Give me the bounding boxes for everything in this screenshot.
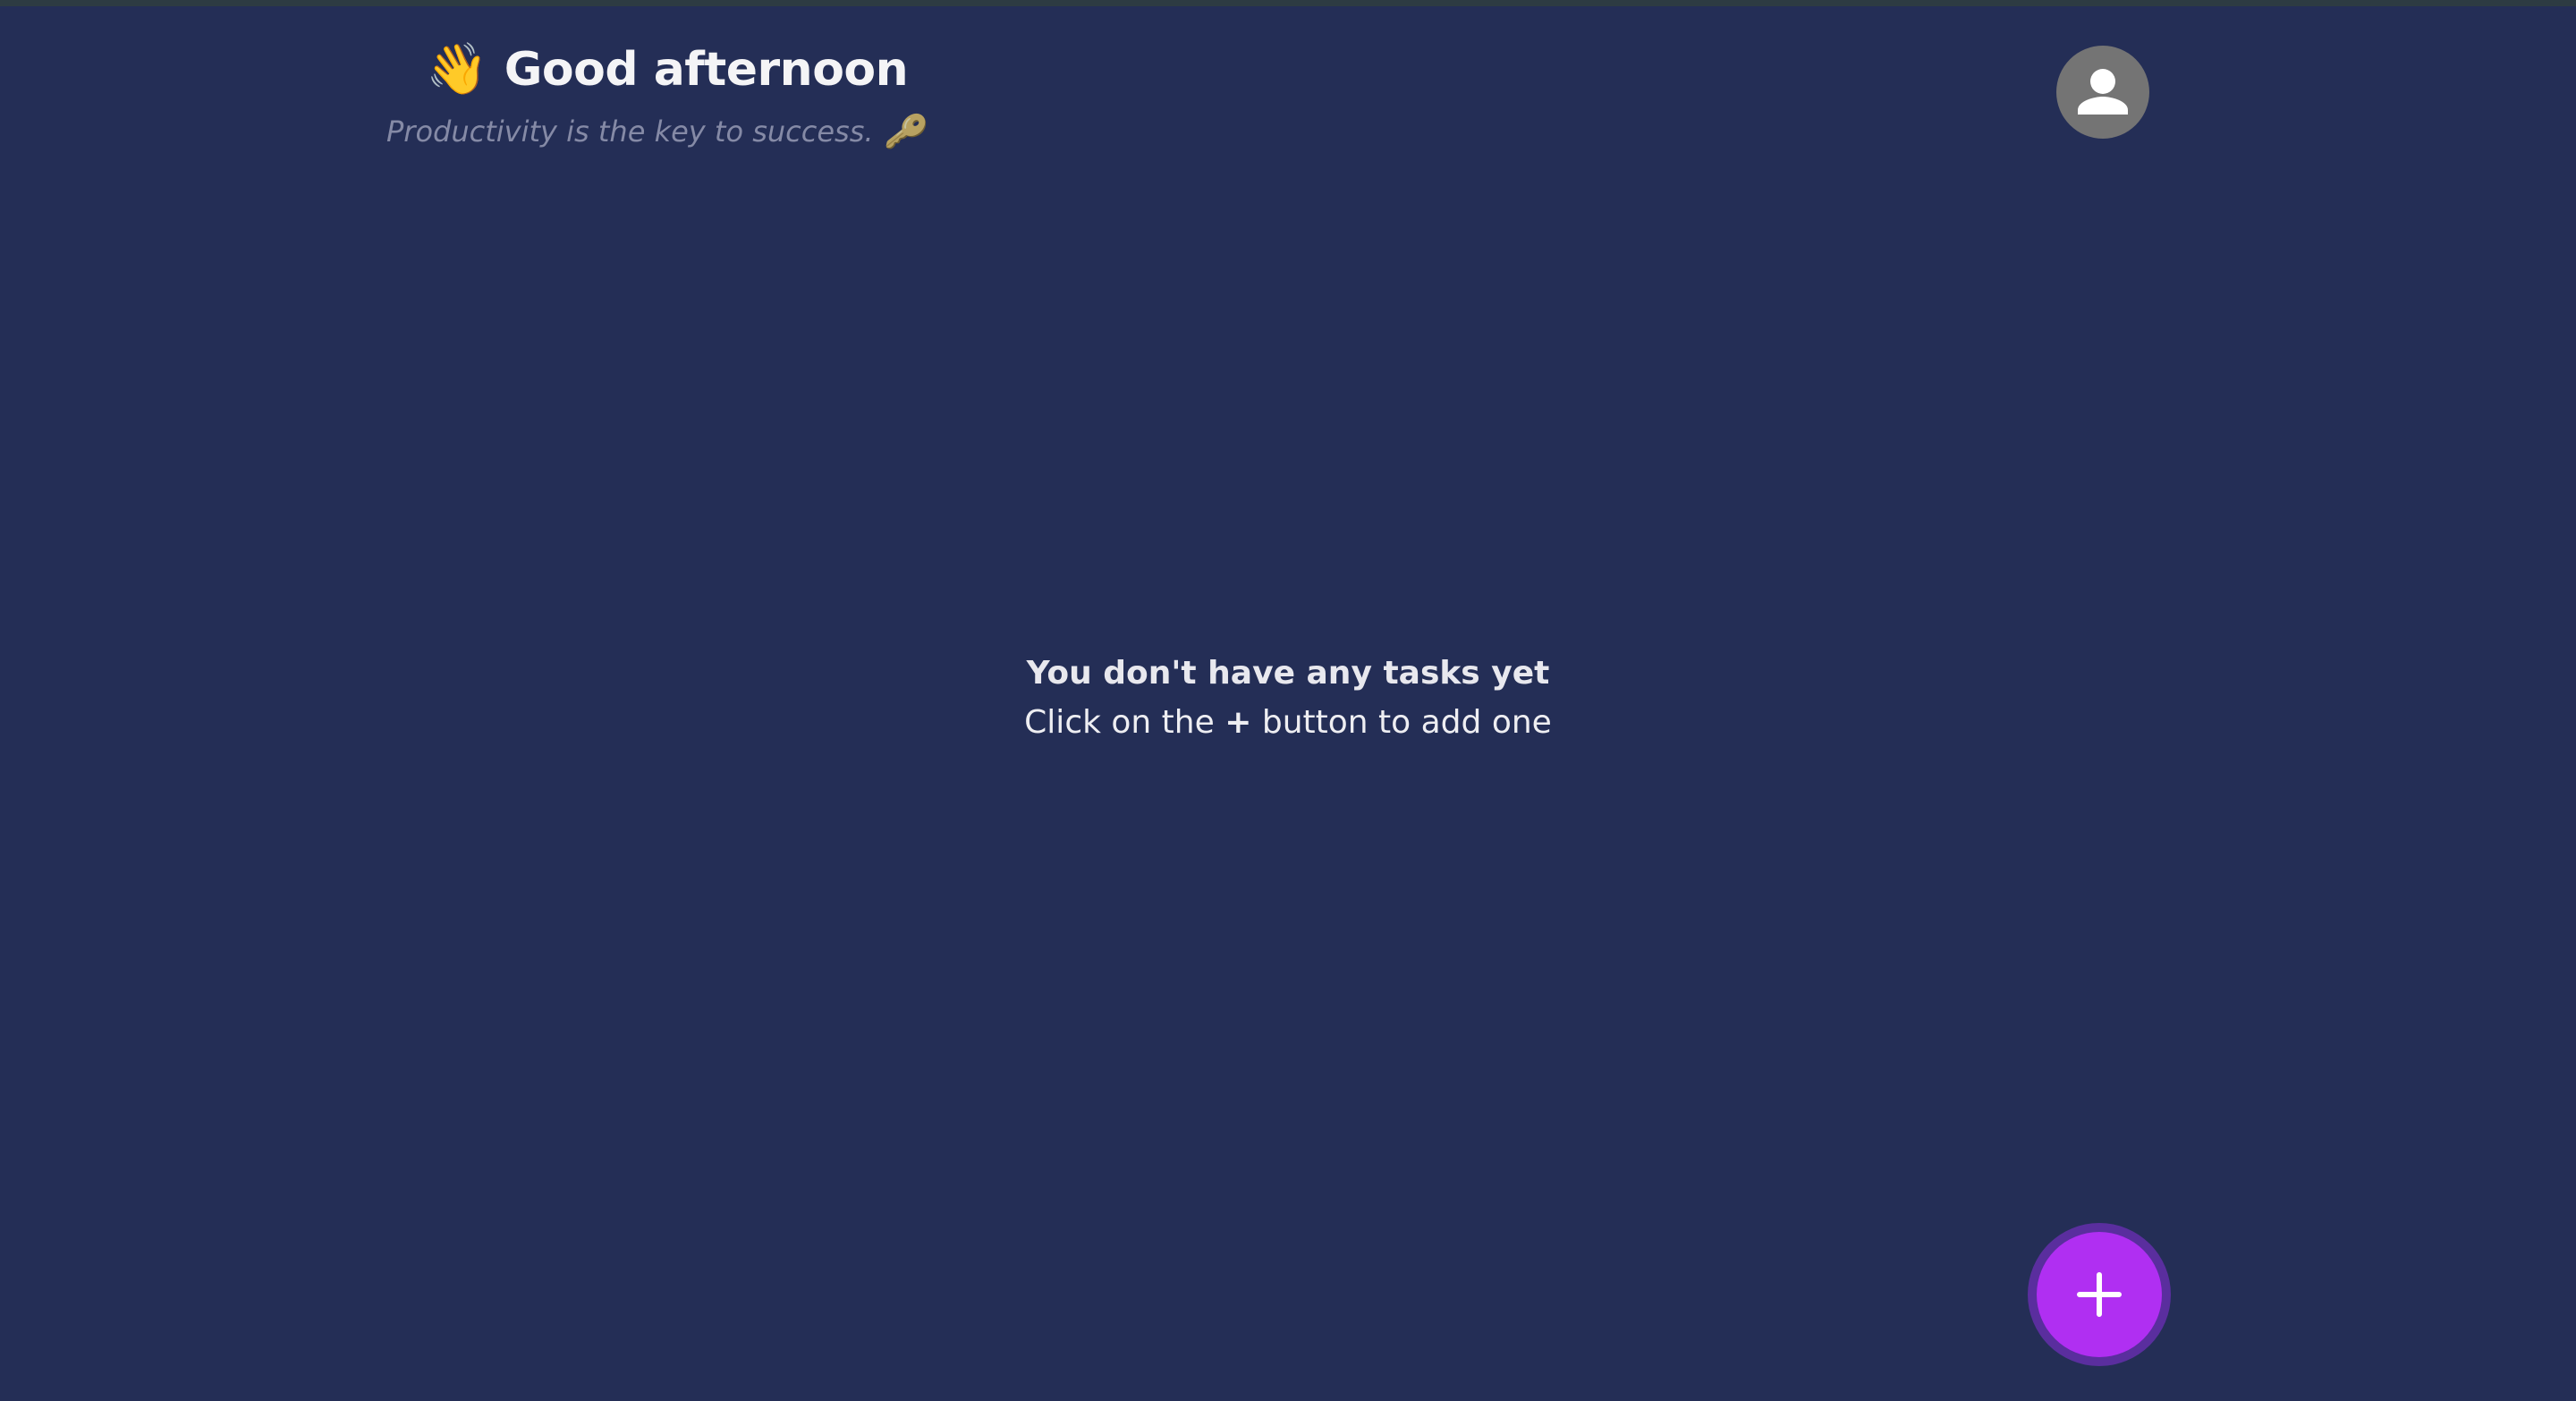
hint-suffix: button to add one [1261, 704, 1552, 741]
greeting-header: 👋 Good afternoon [426, 32, 909, 107]
key-icon: 🔑 [884, 114, 925, 150]
empty-state: You don't have any tasks yet Click on th… [0, 655, 2576, 741]
add-task-button-inner[interactable] [2037, 1232, 2162, 1357]
subtitle-text: Productivity is the key to success. [386, 115, 874, 149]
window-top-bar [0, 0, 2576, 6]
waving-hand-icon: 👋 [426, 40, 488, 98]
empty-state-title: You don't have any tasks yet [1026, 655, 1550, 692]
add-task-button[interactable] [2028, 1223, 2171, 1366]
hint-prefix: Click on the [1024, 704, 1215, 741]
user-icon [2078, 69, 2128, 115]
plus-icon [2077, 1272, 2122, 1317]
hint-plus-symbol: + [1224, 704, 1252, 741]
empty-state-hint: Click on the + button to add one [0, 704, 2576, 741]
greeting-subtitle: Productivity is the key to success. 🔑 [386, 113, 924, 150]
greeting-title: Good afternoon [504, 43, 909, 97]
profile-avatar-button[interactable] [2056, 46, 2149, 139]
